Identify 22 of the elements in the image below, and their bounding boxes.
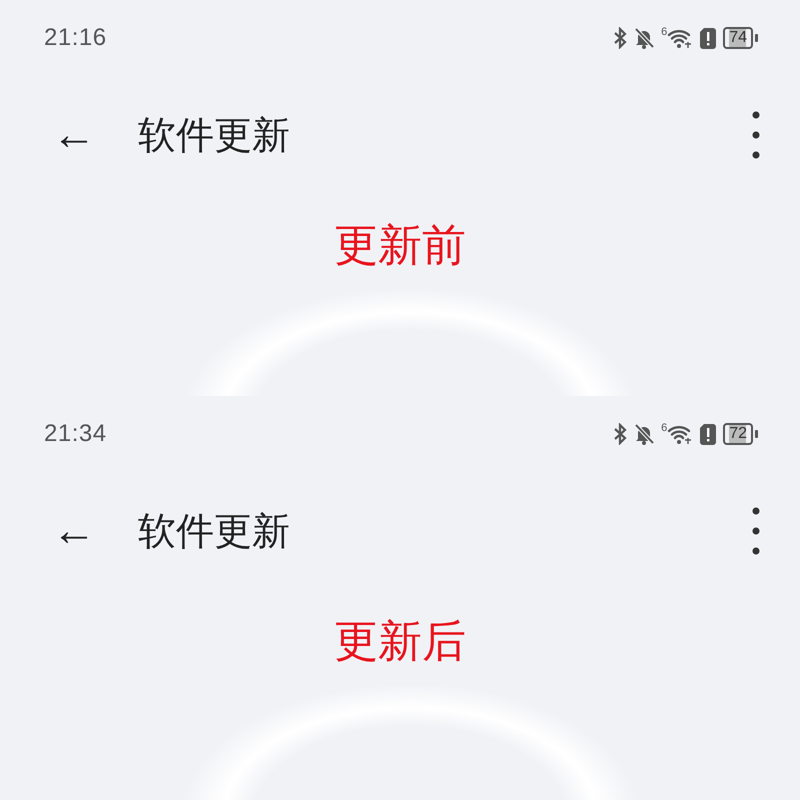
sim-alert-icon — [699, 27, 718, 49]
wifi-icon — [667, 27, 694, 49]
back-button[interactable]: ← — [52, 509, 138, 553]
bluetooth-icon — [613, 27, 628, 49]
annotation-label: 更新后 — [334, 616, 466, 668]
sim-alert-icon — [699, 423, 718, 445]
muted-bell-icon — [633, 423, 656, 445]
page-title: 软件更新 — [138, 510, 291, 554]
network-type-label: 6 — [661, 423, 668, 434]
muted-bell-icon — [633, 27, 656, 49]
status-time: 21:16 — [44, 24, 107, 52]
network-type-label: 6 — [661, 27, 668, 38]
more-menu-icon[interactable] — [752, 111, 760, 159]
annotation-label: 更新前 — [334, 220, 466, 272]
bluetooth-icon — [613, 423, 628, 445]
battery-indicator: 72 — [723, 423, 758, 445]
back-button[interactable]: ← — [52, 113, 138, 157]
wifi-icon — [667, 423, 694, 445]
status-time: 21:34 — [44, 420, 107, 448]
more-menu-icon[interactable] — [752, 507, 760, 555]
battery-indicator: 74 — [723, 27, 758, 49]
page-title: 软件更新 — [138, 114, 291, 158]
